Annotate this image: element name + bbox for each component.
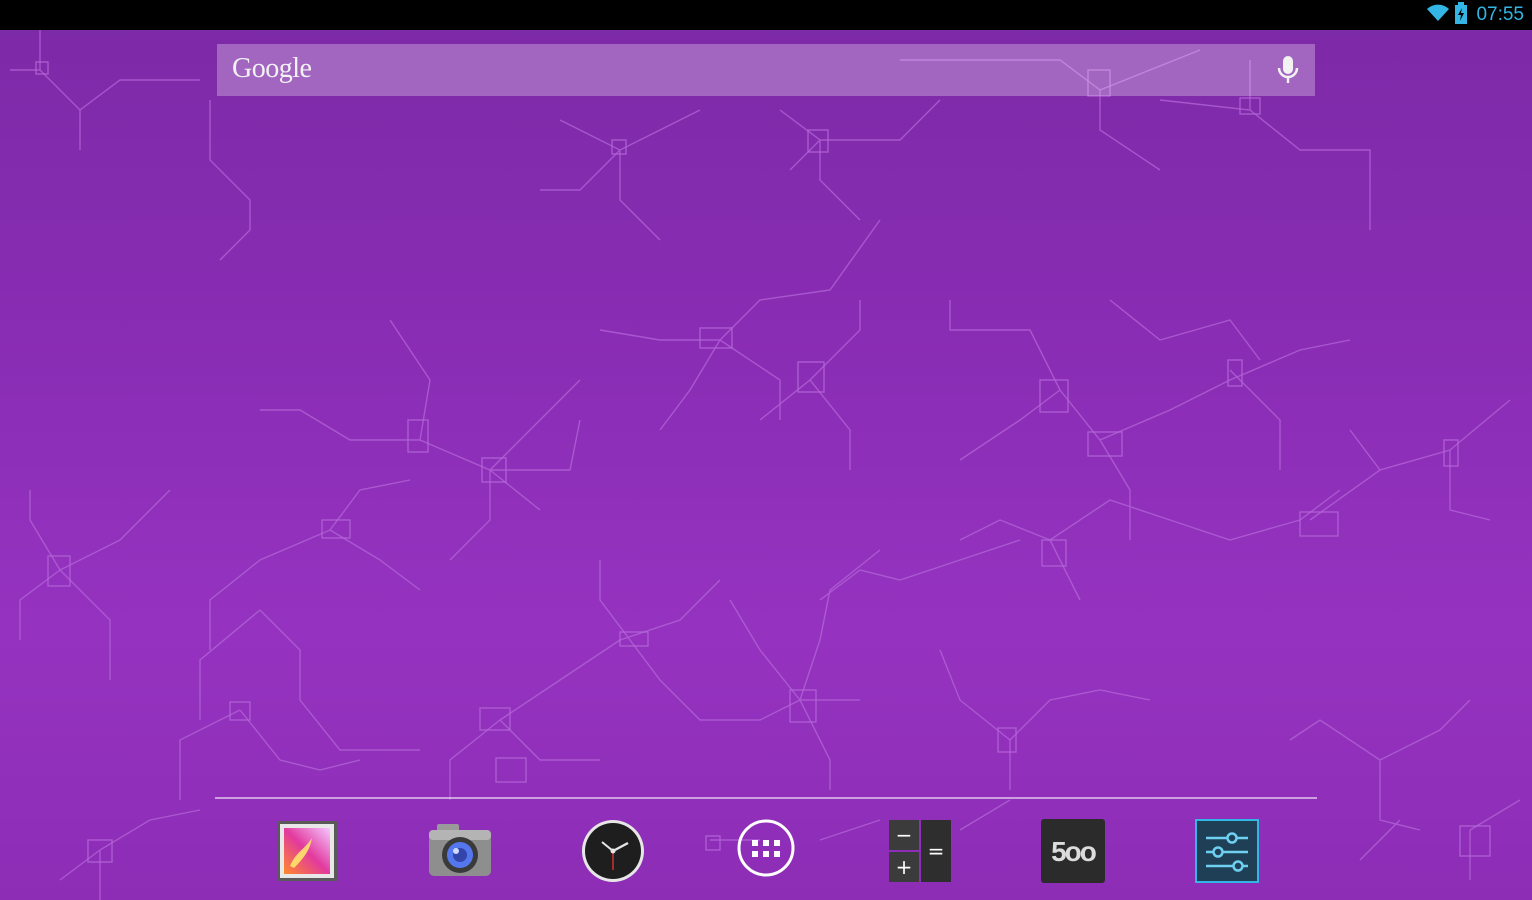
battery-charging-icon [1454,1,1468,29]
status-icons: 07:55 [1426,0,1524,30]
calc-plus: + [896,855,913,879]
app-drawer-icon[interactable] [734,818,800,884]
500px-icon[interactable]: 5oo [1040,818,1106,884]
status-clock: 07:55 [1476,4,1524,25]
wifi-icon [1426,3,1450,28]
calc-equals: = [928,839,945,863]
calculator-icon[interactable]: − = + [887,818,953,884]
wallpaper-circuit-pattern [10,30,1521,900]
google-search-bar[interactable]: Google [217,44,1315,96]
settings-icon[interactable] [1194,818,1260,884]
status-bar: 07:55 [0,0,1532,30]
gallery-icon[interactable] [274,818,340,884]
clock-icon[interactable] [580,818,646,884]
google-logo[interactable]: Google [232,53,312,85]
dock-divider [215,797,1317,799]
mic-icon[interactable] [1275,55,1301,87]
camera-icon[interactable] [427,818,493,884]
calc-minus: − [896,823,913,847]
500px-logo-text: 5oo [1051,836,1097,867]
